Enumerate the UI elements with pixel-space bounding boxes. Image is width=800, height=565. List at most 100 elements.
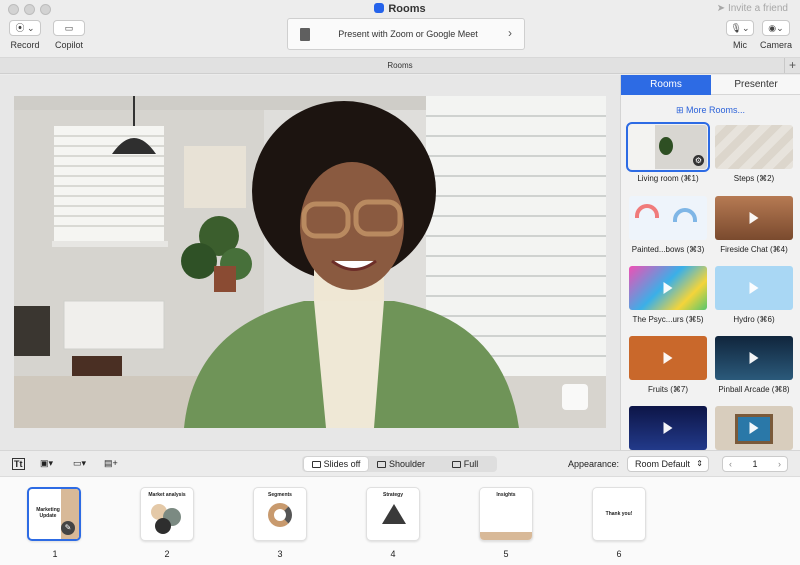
chevron-right-icon[interactable]: › (778, 457, 781, 471)
shoulder-icon (376, 461, 386, 468)
room-retro-tv[interactable] (715, 406, 793, 450)
more-rooms-label: More Rooms... (686, 105, 746, 115)
room-psychedelic[interactable]: The Psyc...urs (⌘5) (629, 266, 707, 324)
slide-title: Market analysis (148, 492, 186, 498)
mic-label: Mic (733, 40, 747, 50)
insert-image-icon[interactable]: ▣▾ (40, 458, 53, 470)
room-name: Steps (⌘2) (733, 174, 775, 183)
mode-slides-off[interactable]: Slides off (304, 457, 368, 471)
appearance-value: Room Default (635, 459, 691, 469)
slide-thumbnail[interactable]: Segments (253, 487, 307, 541)
room-fireside-chat[interactable]: Fireside Chat (⌘4) (715, 196, 793, 254)
thumb-plant (659, 137, 673, 155)
mic-icon: 🎙⌄ (730, 23, 750, 33)
mode-full[interactable]: Full (436, 457, 494, 471)
tab-presenter[interactable]: Presenter (711, 75, 800, 95)
slide-title: Marketing Update (36, 507, 60, 519)
room-space[interactable] (629, 406, 707, 450)
mode-label: Shoulder (388, 459, 426, 469)
room-thumbnail (629, 196, 707, 240)
room-name: Fireside Chat (⌘4) (720, 245, 788, 254)
send-icon: ➤ (716, 3, 728, 14)
invite-friend-button[interactable]: ➤ Invite a friend (717, 3, 788, 14)
rooms-bar-title: Rooms (387, 61, 413, 70)
room-thumbnail (629, 336, 707, 380)
appearance-label: Appearance: (568, 459, 620, 469)
play-icon (749, 282, 759, 294)
slides-off-icon (311, 461, 321, 468)
slide-mode-segmented-control: Slides off Shoulder Full (302, 456, 497, 472)
play-icon (663, 352, 673, 364)
window-title-text: Rooms (388, 3, 426, 15)
rooms-sidebar: Rooms Presenter ⊞ More Rooms... ⚙ Living… (620, 75, 800, 450)
add-tab-button[interactable]: + (784, 58, 800, 73)
slide-number: 3 (277, 549, 283, 559)
room-name: Hydro (⌘6) (733, 315, 775, 324)
slide-accent (480, 532, 532, 540)
room-thumbnail (715, 406, 793, 450)
slide-number: 4 (390, 549, 396, 559)
copilot-icon: ▭ (64, 23, 74, 33)
slide-thumbnail[interactable]: Strategy (366, 487, 420, 541)
screen-share-icon[interactable]: ▭▾ (73, 458, 86, 470)
room-thumbnail (629, 406, 707, 450)
rooms-tab-bar: Rooms + (0, 58, 800, 74)
updown-chevron-icon: ⇕ (696, 459, 703, 468)
camera-button[interactable]: ◉⌄ (762, 20, 790, 36)
thumb-rainbow (673, 208, 697, 222)
record-icon: ⦿ ⌄ (15, 23, 35, 33)
slide-title: Strategy (382, 492, 403, 498)
appearance-select[interactable]: Room Default ⇕ (627, 456, 709, 472)
thumb-window (629, 125, 655, 169)
play-icon (663, 282, 673, 294)
play-icon (749, 352, 759, 364)
room-thumbnail (715, 266, 793, 310)
plus-square-icon: ⊞ (675, 105, 687, 115)
more-rooms-button[interactable]: ⊞ More Rooms... (621, 105, 800, 116)
mic-button[interactable]: 🎙⌄ (726, 20, 754, 36)
presentation-doc-icon (300, 28, 310, 41)
slide-thumbnail[interactable]: Insights (479, 487, 533, 541)
gear-icon[interactable]: ⚙ (693, 155, 704, 166)
copilot-button[interactable]: ▭ (53, 20, 85, 36)
add-slide-icon[interactable]: ▤+ (104, 458, 118, 470)
app-icon (374, 3, 385, 13)
room-painted-rainbows[interactable]: Painted...bows (⌘3) (629, 196, 707, 254)
record-button[interactable]: ⦿ ⌄ (9, 20, 41, 36)
room-thumbnail (715, 336, 793, 380)
edit-pencil-icon[interactable]: ✎ (61, 521, 75, 535)
stage-area (0, 75, 620, 450)
slide-title: Insights (496, 492, 516, 498)
slide-thumbnail[interactable]: Thank you! (592, 487, 646, 541)
slide-title: Thank you! (605, 511, 633, 517)
slide-title: Segments (268, 492, 292, 498)
slide-triangle (382, 504, 406, 524)
slide-number: 6 (616, 549, 622, 559)
room-name: Pinball Arcade (⌘8) (718, 385, 790, 394)
room-steps[interactable]: Steps (⌘2) (715, 125, 793, 183)
play-icon (749, 212, 759, 224)
thumb-rainbow (635, 204, 659, 218)
present-with-zoom-button[interactable]: Present with Zoom or Google Meet › (287, 18, 525, 50)
play-icon (663, 422, 673, 434)
slide-number: 2 (164, 549, 170, 559)
tab-rooms[interactable]: Rooms (621, 75, 711, 95)
room-thumbnail (715, 196, 793, 240)
camera-label: Camera (759, 40, 792, 50)
room-living-room[interactable]: ⚙ Living room (⌘1) (626, 122, 710, 183)
room-thumbnail (629, 266, 707, 310)
mode-label: Slides off (323, 459, 361, 469)
room-pinball-arcade[interactable]: Pinball Arcade (⌘8) (715, 336, 793, 394)
title-bar: Rooms ➤ Invite a friend ⦿ ⌄ Record ▭ Cop… (0, 0, 800, 58)
slide-thumbnail[interactable]: Market analysis (140, 487, 194, 541)
slide-pager: ‹ 1 › (722, 456, 788, 472)
camera-icon: ◉⌄ (768, 23, 784, 33)
text-format-icon[interactable]: Tt (12, 458, 25, 470)
slide-number: 1 (52, 549, 58, 559)
room-hydro[interactable]: Hydro (⌘6) (715, 266, 793, 324)
mode-shoulder[interactable]: Shoulder (370, 457, 432, 471)
room-fruits[interactable]: Fruits (⌘7) (629, 336, 707, 394)
slide-thumbnail[interactable]: Marketing Update ✎ (27, 487, 81, 541)
mode-label: Full (463, 459, 479, 469)
invite-label: Invite a friend (727, 3, 788, 14)
